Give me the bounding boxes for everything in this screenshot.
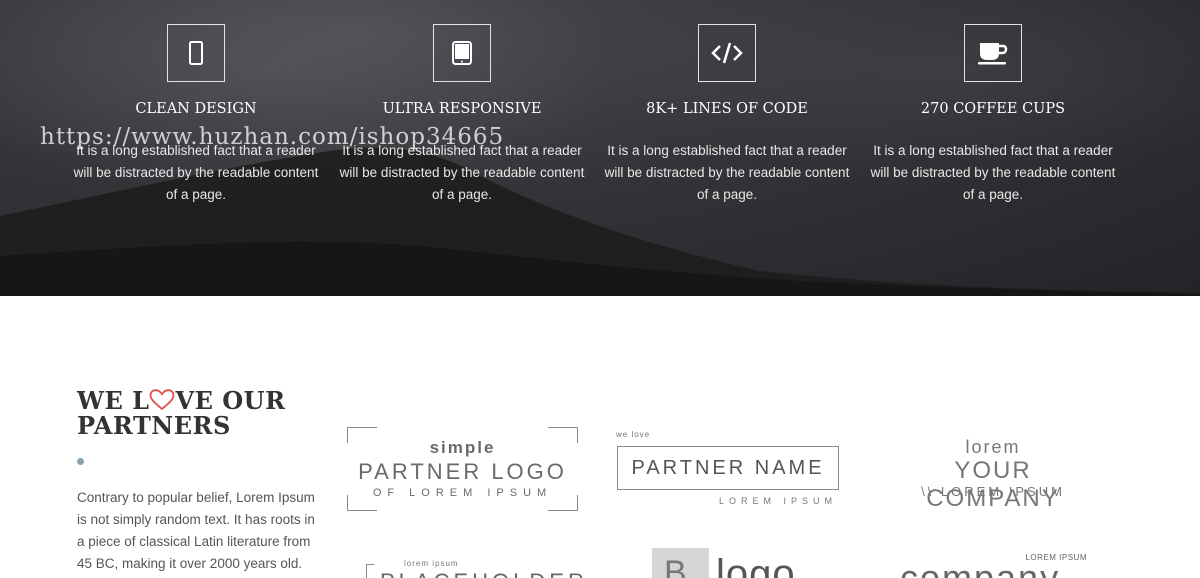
logo-text: PARTNER NAME (617, 446, 839, 490)
partners-description: Contrary to popular belief, Lorem Ipsum … (77, 490, 315, 571)
heading-text: PARTNERS (77, 411, 231, 440)
logo-text: PARTNER LOGO (358, 459, 567, 484)
features-section: CLEAN DESIGN It is a long established fa… (0, 0, 1200, 296)
logo-text: company (900, 557, 1061, 578)
partners-heading: WE L VE OUR PARTNERS (77, 388, 317, 438)
feature-title: 270 COFFEE CUPS (920, 101, 1066, 117)
logo-text: LOREM IPSUM (718, 496, 837, 506)
feature-title: ULTRA RESPONSIVE (382, 101, 542, 117)
feature-title: CLEAN DESIGN (135, 101, 257, 117)
feature-title: 8K+ LINES OF CODE (646, 101, 808, 117)
feature-description: It is a long established fact that a rea… (604, 143, 850, 202)
logo-text: \\ LOREM IPSUM (921, 484, 1065, 499)
tablet-icon (433, 24, 491, 82)
logo-text: simple (429, 438, 496, 457)
partner-logo-simple[interactable]: simple PARTNER LOGO OF LOREM IPSUM (347, 427, 578, 511)
coffee-cup-icon (964, 24, 1022, 82)
logo-text: lorem (965, 437, 1021, 457)
code-icon (698, 24, 756, 82)
logo-letter-block: B (652, 548, 709, 578)
partner-logo-partner-name[interactable]: we love PARTNER NAME LOREM IPSUM (616, 430, 840, 510)
partner-logo-b-logo[interactable]: B logo (652, 548, 812, 578)
logo-text: lorem ipsum (404, 559, 459, 568)
partner-logo-placeholder[interactable]: lorem ipsum PLACEHOLDER (366, 558, 584, 578)
partner-logo-company[interactable]: LOREM IPSUM company (900, 553, 1095, 578)
logo-text: OF LOREM IPSUM (372, 487, 553, 499)
mobile-phone-icon (167, 24, 225, 82)
logo-text: B (664, 554, 687, 578)
logo-text: we love (616, 430, 651, 439)
logo-text: PLACEHOLDER (380, 569, 588, 578)
logo-text: logo (716, 552, 796, 578)
watermark-text: https://www.huzhan.com/ishop34665 (40, 124, 505, 150)
logo-frame-corner (366, 564, 374, 578)
partner-logo-your-company[interactable]: lorem YOUR COMPANY \\ LOREM IPSUM (893, 437, 1093, 512)
feature-description: It is a long established fact that a rea… (870, 143, 1116, 202)
heart-icon (150, 389, 175, 411)
separator-dot (77, 458, 84, 465)
